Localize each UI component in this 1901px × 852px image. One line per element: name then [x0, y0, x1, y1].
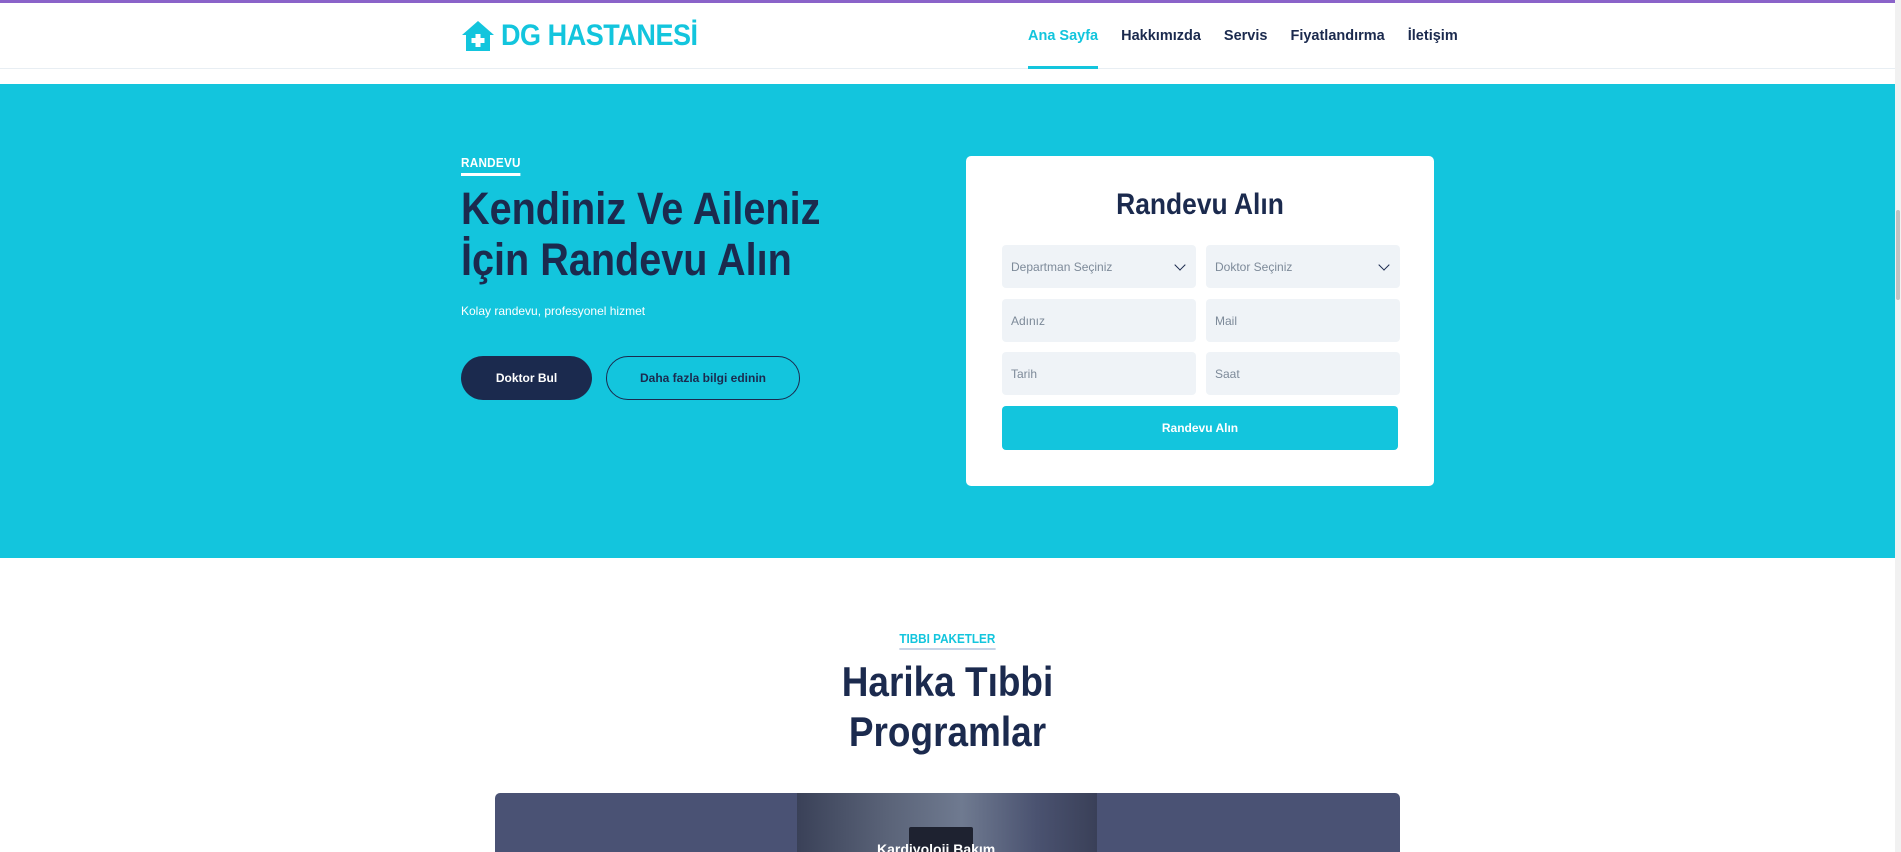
name-input[interactable]: Adınız [1002, 299, 1196, 342]
mail-input-placeholder: Mail [1215, 313, 1238, 328]
form-title: Randevu Alın [1116, 188, 1284, 221]
mail-input[interactable]: Mail [1206, 299, 1400, 342]
nav-pricing[interactable]: Fiyatlandırma [1290, 3, 1384, 69]
find-doctor-button[interactable]: Doktor Bul [461, 356, 592, 400]
program-card-label: Kardiyoloji Bakım [877, 841, 996, 852]
site-header: DG HASTANESİ Ana Sayfa Hakkımızda Servis… [0, 3, 1901, 69]
time-input[interactable]: Saat [1206, 352, 1400, 395]
hero-section: RANDEVU Kendiniz Ve Aileniz İçin Randevu… [0, 84, 1895, 558]
learn-more-button[interactable]: Daha fazla bilgi edinin [606, 356, 800, 400]
doctor-select[interactable]: Doktor Seçiniz [1206, 245, 1400, 288]
nav-service[interactable]: Servis [1224, 3, 1268, 69]
department-select-value: Departman Seçiniz [1011, 259, 1113, 274]
name-input-placeholder: Adınız [1011, 313, 1046, 328]
packages-eyebrow: TIBBI PAKETLER [899, 631, 996, 650]
appointment-form: Randevu Alın Departman Seçiniz Doktor Se… [966, 156, 1434, 486]
chevron-down-icon [1378, 258, 1390, 271]
main-nav: Ana Sayfa Hakkımızda Servis Fiyatlandırm… [1028, 3, 1458, 69]
program-card[interactable]: Kardiyoloji Bakım [495, 793, 1400, 852]
hero-subtitle: Kolay randevu, profesyonel hizmet [461, 304, 646, 318]
house-medical-icon [462, 21, 494, 51]
submit-appointment-button[interactable]: Randevu Alın [1002, 406, 1398, 450]
packages-title-line1: Harika Tıbbi [841, 658, 1054, 705]
nav-about[interactable]: Hakkımızda [1121, 3, 1201, 69]
nav-home[interactable]: Ana Sayfa [1028, 3, 1099, 69]
hero-title: Kendiniz Ve Aileniz İçin Randevu Alın [461, 183, 821, 285]
date-input[interactable]: Tarih [1002, 352, 1196, 395]
brand-name: DG HASTANESİ [501, 19, 698, 52]
date-input-placeholder: Tarih [1011, 366, 1038, 381]
nav-contact[interactable]: İletişim [1408, 3, 1458, 69]
hero-eyebrow: RANDEVU [461, 155, 521, 176]
packages-title: Harika Tıbbi Programlar [0, 657, 1895, 757]
brand-logo[interactable]: DG HASTANESİ [461, 19, 719, 53]
time-input-placeholder: Saat [1215, 366, 1240, 381]
chevron-down-icon [1174, 258, 1186, 271]
packages-eyebrow-wrap: TIBBI PAKETLER [0, 630, 1895, 650]
packages-title-line2: Programlar [848, 708, 1047, 755]
page-scrollbar-track[interactable] [1895, 0, 1901, 852]
department-select[interactable]: Departman Seçiniz [1002, 245, 1196, 288]
doctor-select-value: Doktor Seçiniz [1215, 259, 1293, 274]
page-scrollbar-thumb[interactable] [1896, 210, 1900, 300]
